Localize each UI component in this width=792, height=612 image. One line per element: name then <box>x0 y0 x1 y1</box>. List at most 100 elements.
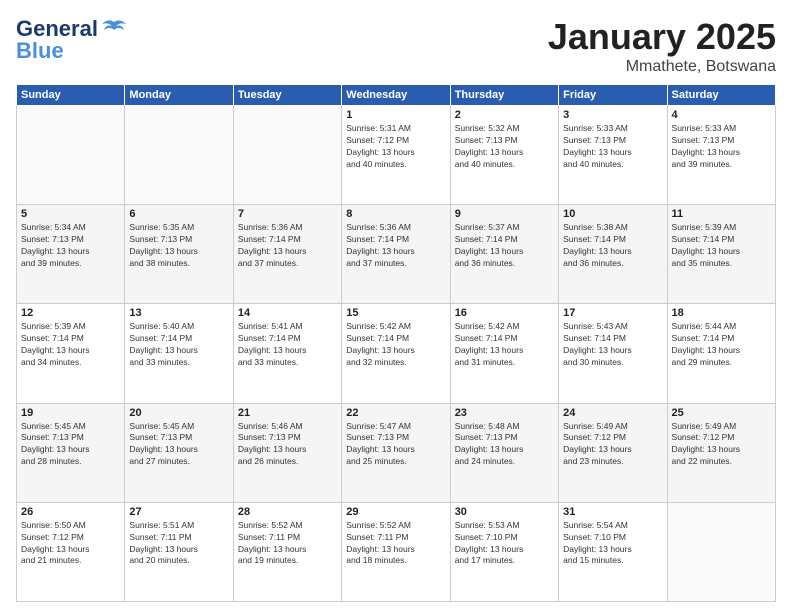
day-number: 18 <box>672 307 771 319</box>
day-info: Sunrise: 5:36 AM Sunset: 7:14 PM Dayligh… <box>238 222 337 270</box>
day-info: Sunrise: 5:54 AM Sunset: 7:10 PM Dayligh… <box>563 520 662 568</box>
table-row: 1 Sunrise: 5:31 AM Sunset: 7:12 PM Daylig… <box>342 106 450 205</box>
day-number: 31 <box>563 506 662 518</box>
day-info: Sunrise: 5:42 AM Sunset: 7:14 PM Dayligh… <box>455 321 554 369</box>
day-number: 19 <box>21 407 120 419</box>
day-number: 20 <box>129 407 228 419</box>
day-number: 24 <box>563 407 662 419</box>
day-info: Sunrise: 5:37 AM Sunset: 7:14 PM Dayligh… <box>455 222 554 270</box>
table-row: 15Sunrise: 5:42 AM Sunset: 7:14 PM Dayli… <box>342 304 450 403</box>
day-number: 30 <box>455 506 554 518</box>
logo: General Blue <box>16 16 128 64</box>
day-info: Sunrise: 5:46 AM Sunset: 7:13 PM Dayligh… <box>238 421 337 469</box>
day-info: Sunrise: 5:36 AM Sunset: 7:14 PM Dayligh… <box>346 222 445 270</box>
day-info: Sunrise: 5:31 AM Sunset: 7:12 PM Dayligh… <box>346 123 445 171</box>
day-number: 2 <box>455 109 554 121</box>
day-info: Sunrise: 5:49 AM Sunset: 7:12 PM Dayligh… <box>672 421 771 469</box>
day-info: Sunrise: 5:40 AM Sunset: 7:14 PM Dayligh… <box>129 321 228 369</box>
day-number: 14 <box>238 307 337 319</box>
col-saturday: Saturday <box>667 85 775 106</box>
table-row: 23 Sunrise: 5:48 AM Sunset: 7:13 PM Dayli… <box>450 403 558 502</box>
calendar-week-row: 26 Sunrise: 5:50 AM Sunset: 7:12 PM Dayli… <box>17 502 776 601</box>
day-number: 17 <box>563 307 662 319</box>
day-info: Sunrise: 5:50 AM Sunset: 7:12 PM Dayligh… <box>21 520 120 568</box>
day-number: 22 <box>346 407 445 419</box>
table-row: 7 Sunrise: 5:36 AM Sunset: 7:14 PM Daylig… <box>233 205 341 304</box>
table-row: 30 Sunrise: 5:53 AM Sunset: 7:10 PM Dayli… <box>450 502 558 601</box>
day-info: Sunrise: 5:34 AM Sunset: 7:13 PM Dayligh… <box>21 222 120 270</box>
day-info: Sunrise: 5:41 AM Sunset: 7:14 PM Dayligh… <box>238 321 337 369</box>
day-info: Sunrise: 5:43 AM Sunset: 7:14 PM Dayligh… <box>563 321 662 369</box>
logo-bird-icon <box>100 18 128 40</box>
table-row: 13 Sunrise: 5:40 AM Sunset: 7:14 PM Dayli… <box>125 304 233 403</box>
calendar-table: Sunday Monday Tuesday Wednesday Thursday… <box>16 84 776 602</box>
day-number: 23 <box>455 407 554 419</box>
day-number: 5 <box>21 208 120 220</box>
table-row: 21Sunrise: 5:46 AM Sunset: 7:13 PM Dayli… <box>233 403 341 502</box>
table-row <box>17 106 125 205</box>
day-number: 29 <box>346 506 445 518</box>
calendar-location: Mmathete, Botswana <box>548 58 776 76</box>
day-number: 16 <box>455 307 554 319</box>
day-number: 26 <box>21 506 120 518</box>
day-info: Sunrise: 5:49 AM Sunset: 7:12 PM Dayligh… <box>563 421 662 469</box>
table-row: 11 Sunrise: 5:39 AM Sunset: 7:14 PM Dayli… <box>667 205 775 304</box>
col-sunday: Sunday <box>17 85 125 106</box>
calendar-week-row: 12 Sunrise: 5:39 AM Sunset: 7:14 PM Dayli… <box>17 304 776 403</box>
table-row <box>125 106 233 205</box>
table-row: 25 Sunrise: 5:49 AM Sunset: 7:12 PM Dayli… <box>667 403 775 502</box>
table-row: 31 Sunrise: 5:54 AM Sunset: 7:10 PM Dayli… <box>559 502 667 601</box>
day-info: Sunrise: 5:33 AM Sunset: 7:13 PM Dayligh… <box>563 123 662 171</box>
day-info: Sunrise: 5:39 AM Sunset: 7:14 PM Dayligh… <box>672 222 771 270</box>
table-row: 6Sunrise: 5:35 AM Sunset: 7:13 PM Daylig… <box>125 205 233 304</box>
day-number: 7 <box>238 208 337 220</box>
table-row: 9 Sunrise: 5:37 AM Sunset: 7:14 PM Daylig… <box>450 205 558 304</box>
day-info: Sunrise: 5:45 AM Sunset: 7:13 PM Dayligh… <box>21 421 120 469</box>
table-row: 24 Sunrise: 5:49 AM Sunset: 7:12 PM Dayli… <box>559 403 667 502</box>
calendar-header-row: Sunday Monday Tuesday Wednesday Thursday… <box>17 85 776 106</box>
calendar-week-row: 5 Sunrise: 5:34 AM Sunset: 7:13 PM Daylig… <box>17 205 776 304</box>
day-info: Sunrise: 5:53 AM Sunset: 7:10 PM Dayligh… <box>455 520 554 568</box>
calendar-week-row: 19 Sunrise: 5:45 AM Sunset: 7:13 PM Dayli… <box>17 403 776 502</box>
day-info: Sunrise: 5:39 AM Sunset: 7:14 PM Dayligh… <box>21 321 120 369</box>
day-number: 1 <box>346 109 445 121</box>
col-wednesday: Wednesday <box>342 85 450 106</box>
header: General Blue January 2025 Mmathete, Bots… <box>16 16 776 76</box>
day-number: 12 <box>21 307 120 319</box>
day-info: Sunrise: 5:48 AM Sunset: 7:13 PM Dayligh… <box>455 421 554 469</box>
table-row: 28 Sunrise: 5:52 AM Sunset: 7:11 PM Dayli… <box>233 502 341 601</box>
table-row <box>233 106 341 205</box>
table-row: 2 Sunrise: 5:32 AM Sunset: 7:13 PM Daylig… <box>450 106 558 205</box>
table-row: 17 Sunrise: 5:43 AM Sunset: 7:14 PM Dayli… <box>559 304 667 403</box>
logo-blue: Blue <box>16 38 64 64</box>
table-row: 3 Sunrise: 5:33 AM Sunset: 7:13 PM Daylig… <box>559 106 667 205</box>
day-info: Sunrise: 5:32 AM Sunset: 7:13 PM Dayligh… <box>455 123 554 171</box>
day-number: 8 <box>346 208 445 220</box>
day-number: 11 <box>672 208 771 220</box>
table-row: 22 Sunrise: 5:47 AM Sunset: 7:13 PM Dayli… <box>342 403 450 502</box>
day-number: 25 <box>672 407 771 419</box>
table-row: 27Sunrise: 5:51 AM Sunset: 7:11 PM Dayli… <box>125 502 233 601</box>
table-row: 20 Sunrise: 5:45 AM Sunset: 7:13 PM Dayli… <box>125 403 233 502</box>
table-row: 8 Sunrise: 5:36 AM Sunset: 7:14 PM Daylig… <box>342 205 450 304</box>
day-info: Sunrise: 5:45 AM Sunset: 7:13 PM Dayligh… <box>129 421 228 469</box>
table-row: 29 Sunrise: 5:52 AM Sunset: 7:11 PM Dayli… <box>342 502 450 601</box>
page: General Blue January 2025 Mmathete, Bots… <box>0 0 792 612</box>
day-number: 9 <box>455 208 554 220</box>
day-info: Sunrise: 5:33 AM Sunset: 7:13 PM Dayligh… <box>672 123 771 171</box>
day-number: 28 <box>238 506 337 518</box>
day-info: Sunrise: 5:42 AM Sunset: 7:14 PM Dayligh… <box>346 321 445 369</box>
table-row: 10Sunrise: 5:38 AM Sunset: 7:14 PM Dayli… <box>559 205 667 304</box>
calendar-week-row: 1 Sunrise: 5:31 AM Sunset: 7:12 PM Daylig… <box>17 106 776 205</box>
day-info: Sunrise: 5:52 AM Sunset: 7:11 PM Dayligh… <box>346 520 445 568</box>
day-info: Sunrise: 5:44 AM Sunset: 7:14 PM Dayligh… <box>672 321 771 369</box>
col-tuesday: Tuesday <box>233 85 341 106</box>
day-number: 3 <box>563 109 662 121</box>
day-info: Sunrise: 5:52 AM Sunset: 7:11 PM Dayligh… <box>238 520 337 568</box>
table-row: 19 Sunrise: 5:45 AM Sunset: 7:13 PM Dayli… <box>17 403 125 502</box>
table-row: 26 Sunrise: 5:50 AM Sunset: 7:12 PM Dayli… <box>17 502 125 601</box>
day-number: 6 <box>129 208 228 220</box>
day-number: 13 <box>129 307 228 319</box>
day-info: Sunrise: 5:47 AM Sunset: 7:13 PM Dayligh… <box>346 421 445 469</box>
title-block: January 2025 Mmathete, Botswana <box>548 16 776 76</box>
